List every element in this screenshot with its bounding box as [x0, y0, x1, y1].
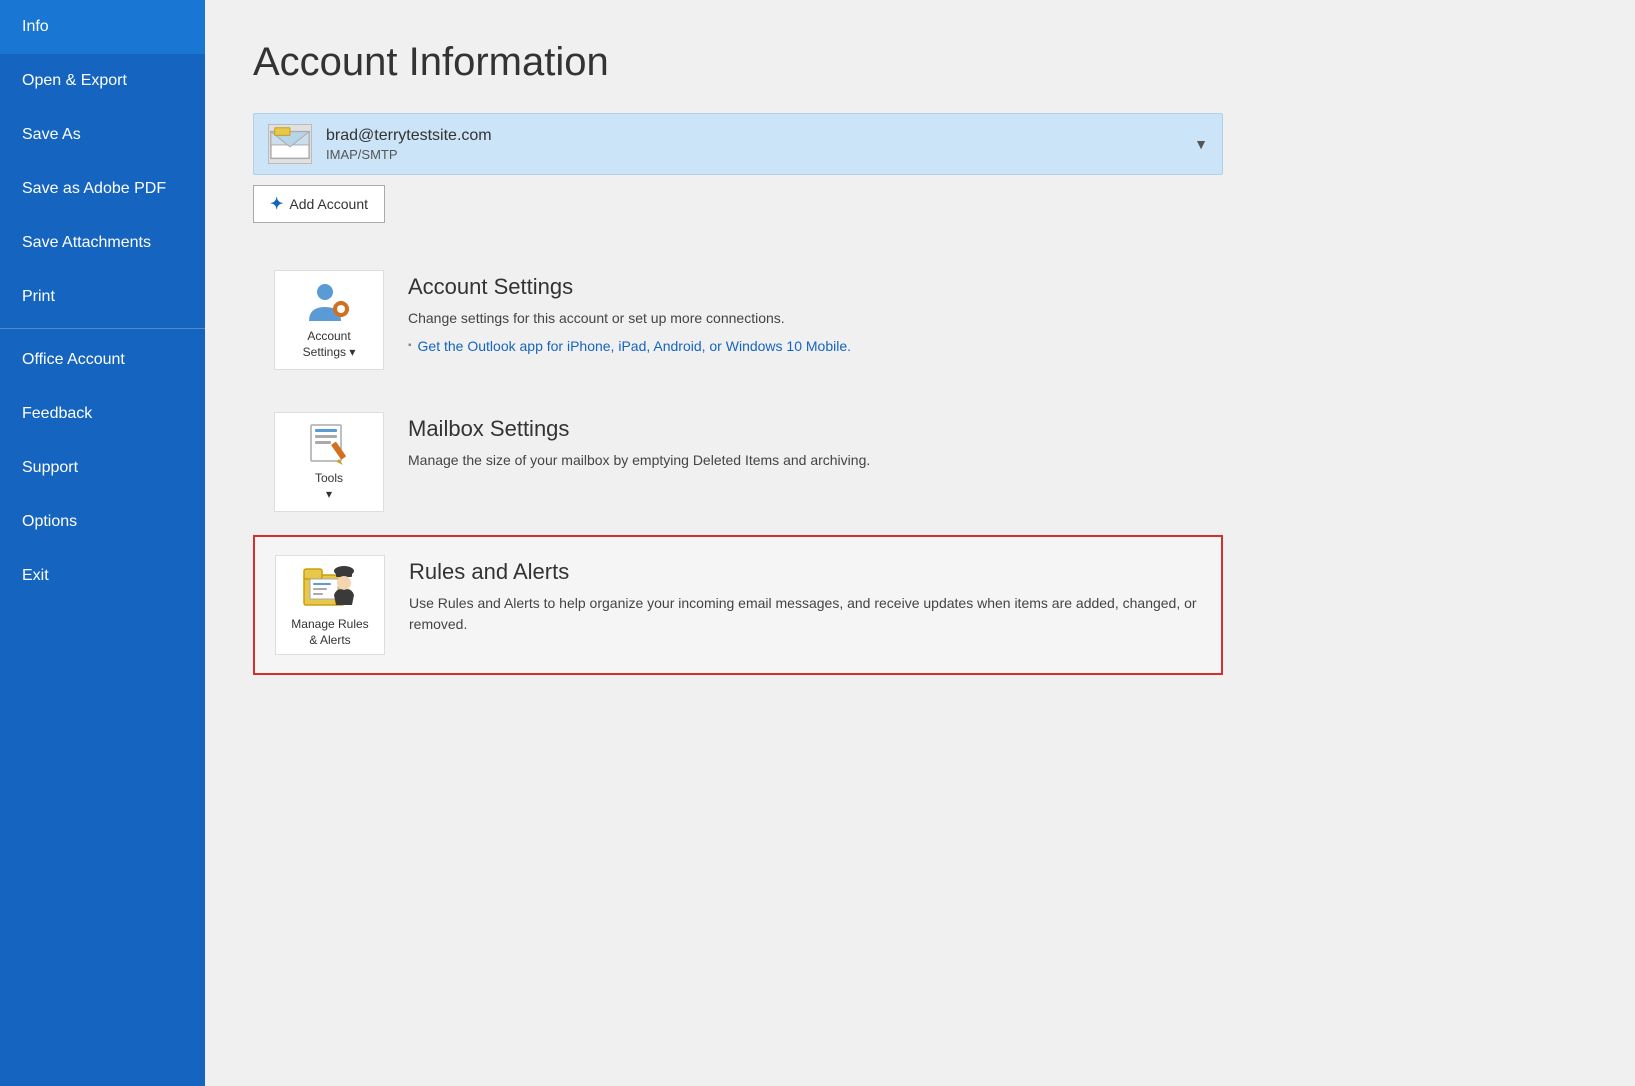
rules-alerts-content: Rules and Alerts Use Rules and Alerts to…: [409, 555, 1201, 641]
envelope-icon: [269, 125, 311, 163]
manage-rules-icon-label: Manage Rules& Alerts: [291, 617, 368, 648]
sidebar-item-open-export[interactable]: Open & Export: [0, 54, 205, 108]
account-settings-title: Account Settings: [408, 274, 1202, 300]
mailbox-settings-title: Mailbox Settings: [408, 416, 1202, 442]
mailbox-settings-icon-box: Tools▾: [274, 412, 384, 512]
sidebar-item-save-as[interactable]: Save As: [0, 108, 205, 162]
account-settings-content: Account Settings Change settings for thi…: [408, 270, 1202, 354]
plus-icon: ✦: [270, 194, 283, 214]
sidebar-item-print[interactable]: Print: [0, 270, 205, 324]
account-dropdown[interactable]: brad@terrytestsite.com IMAP/SMTP ▼: [253, 113, 1223, 175]
manage-rules-icon: [300, 561, 360, 613]
mailbox-settings-desc: Manage the size of your mailbox by empty…: [408, 450, 1202, 471]
sidebar-item-support[interactable]: Support: [0, 441, 205, 495]
account-info: brad@terrytestsite.com IMAP/SMTP: [326, 127, 1184, 162]
account-type: IMAP/SMTP: [326, 147, 1184, 162]
outlook-app-link[interactable]: Get the Outlook app for iPhone, iPad, An…: [408, 338, 851, 354]
page-title: Account Information: [253, 40, 1587, 85]
account-settings-icon-box: AccountSettings ▾: [274, 270, 384, 370]
sidebar-item-save-attachments[interactable]: Save Attachments: [0, 216, 205, 270]
sidebar-item-options[interactable]: Options: [0, 495, 205, 549]
sidebar-divider-1: [0, 328, 205, 329]
mailbox-settings-content: Mailbox Settings Manage the size of your…: [408, 412, 1202, 477]
tools-icon-label: Tools▾: [315, 471, 343, 502]
account-icon: [268, 124, 312, 164]
account-email: brad@terrytestsite.com: [326, 127, 1184, 145]
sidebar-item-feedback[interactable]: Feedback: [0, 387, 205, 441]
dropdown-arrow-icon: ▼: [1194, 136, 1208, 152]
sidebar: Info Open & Export Save As Save as Adobe…: [0, 0, 205, 1086]
account-settings-card[interactable]: AccountSettings ▾ Account Settings Chang…: [253, 251, 1223, 389]
sidebar-item-save-adobe[interactable]: Save as Adobe PDF: [0, 162, 205, 216]
mailbox-settings-card[interactable]: Tools▾ Mailbox Settings Manage the size …: [253, 393, 1223, 531]
rules-alerts-icon-box: Manage Rules& Alerts: [275, 555, 385, 655]
rules-alerts-title: Rules and Alerts: [409, 559, 1201, 585]
sidebar-item-office-account[interactable]: Office Account: [0, 333, 205, 387]
rules-alerts-desc: Use Rules and Alerts to help organize yo…: [409, 593, 1201, 635]
add-account-button[interactable]: ✦ Add Account: [253, 185, 385, 223]
tools-icon: [303, 421, 355, 467]
sidebar-item-exit[interactable]: Exit: [0, 549, 205, 603]
account-settings-icon: [303, 279, 355, 325]
sidebar-item-info[interactable]: Info: [0, 0, 205, 54]
account-settings-desc: Change settings for this account or set …: [408, 308, 1202, 329]
account-settings-icon-label: AccountSettings ▾: [303, 329, 356, 360]
add-account-label: Add Account: [289, 196, 368, 212]
main-content: Account Information brad@terrytestsite.c…: [205, 0, 1635, 1086]
rules-alerts-card[interactable]: Manage Rules& Alerts Rules and Alerts Us…: [253, 535, 1223, 675]
